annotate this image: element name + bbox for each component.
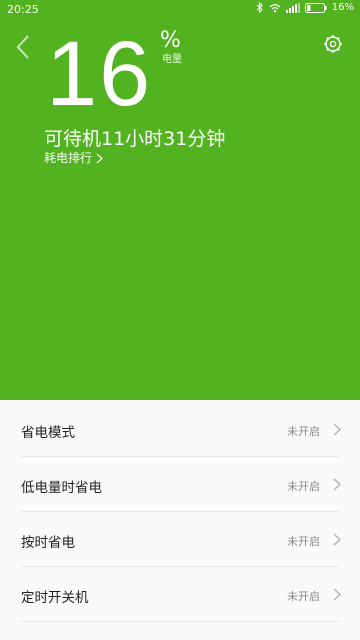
signal-icon bbox=[285, 2, 300, 13]
chevron-right-icon bbox=[96, 153, 103, 163]
row-status: 未开启 bbox=[287, 480, 320, 493]
row-label: 低电量时省电 bbox=[21, 480, 102, 496]
settings-button[interactable] bbox=[322, 33, 344, 55]
battery-percent-value: 16 bbox=[46, 23, 153, 125]
row-status: 未开启 bbox=[287, 590, 320, 603]
power-usage-ranking-label: 耗电排行 bbox=[44, 151, 93, 165]
settings-row-scheduled-saving[interactable]: 按时省电 未开启 bbox=[0, 512, 360, 567]
back-button[interactable] bbox=[14, 34, 34, 60]
row-label: 按时省电 bbox=[21, 535, 75, 551]
row-divider bbox=[21, 621, 339, 622]
chevron-right-icon bbox=[333, 533, 341, 546]
chevron-left-icon bbox=[16, 35, 29, 59]
gear-icon bbox=[324, 35, 342, 53]
chevron-right-icon bbox=[333, 423, 341, 436]
battery-hero-panel: 20:25 16% 16 % 电量 可待机11小时31分钟 耗电排行 bbox=[0, 0, 360, 400]
chevron-right-icon bbox=[333, 478, 341, 491]
row-label: 省电模式 bbox=[21, 425, 75, 441]
status-time: 20:25 bbox=[7, 3, 39, 16]
battery-percent-status: 16% bbox=[331, 2, 354, 13]
bluetooth-icon bbox=[256, 2, 264, 13]
status-bar: 20:25 16% bbox=[0, 0, 360, 20]
row-status: 未开启 bbox=[287, 425, 320, 438]
power-settings-list: 省电模式 未开启 低电量时省电 未开启 按时省电 未开启 定时开关机 未开启 bbox=[0, 400, 360, 640]
row-label: 定时开关机 bbox=[21, 590, 89, 606]
battery-icon bbox=[304, 2, 327, 13]
settings-row-low-battery-saving[interactable]: 低电量时省电 未开启 bbox=[0, 457, 360, 512]
percent-sign: % bbox=[160, 28, 181, 53]
battery-unit-label: 电量 bbox=[162, 54, 182, 65]
status-icons: 16% bbox=[256, 2, 354, 13]
power-usage-ranking-link[interactable]: 耗电排行 bbox=[44, 150, 103, 166]
settings-row-power-saving-mode[interactable]: 省电模式 未开启 bbox=[0, 402, 360, 457]
settings-row-scheduled-power-on-off[interactable]: 定时开关机 未开启 bbox=[0, 567, 360, 622]
row-status: 未开启 bbox=[287, 535, 320, 548]
wifi-icon bbox=[269, 3, 281, 13]
chevron-right-icon bbox=[333, 588, 341, 601]
standby-time-text: 可待机11小时31分钟 bbox=[44, 128, 226, 150]
